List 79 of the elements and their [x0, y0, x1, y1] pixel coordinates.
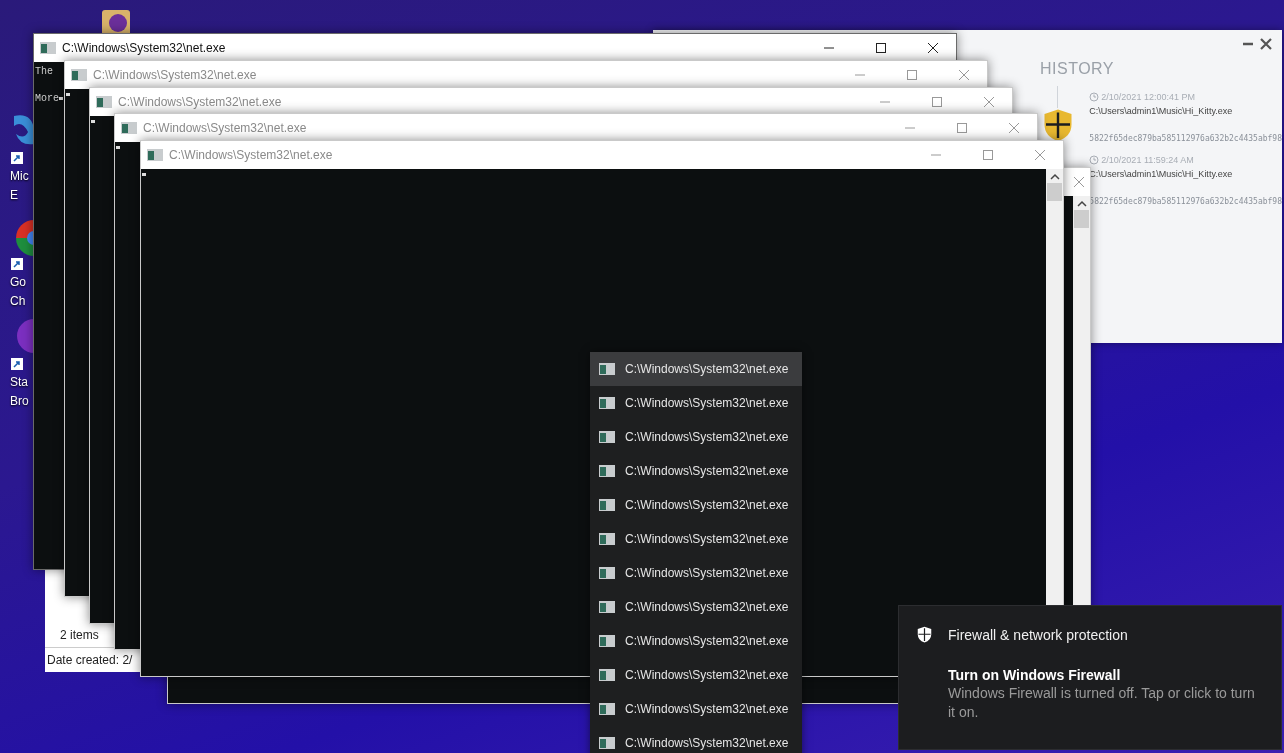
scrollbar-thumb[interactable] [1047, 183, 1062, 201]
clock-icon [1089, 155, 1100, 165]
desktop-icon-label: Mic [10, 168, 29, 185]
jump-list-item[interactable]: C:\Windows\System32\net.exe [590, 352, 802, 386]
toast-body: Windows Firewall is turned off. Tap or click to turn it on. [948, 684, 1256, 723]
console-app-icon [71, 69, 87, 81]
console-app-icon [599, 567, 615, 579]
desktop-icon-label: Ch [10, 293, 26, 310]
close-icon [959, 70, 969, 80]
console-app-icon [599, 601, 615, 613]
window-title: C:\Windows\System32\net.exe [169, 148, 334, 162]
history-file-hash: 5822f65dec879ba585112976a632b2c4435abf98 [1089, 134, 1282, 143]
jump-list-item[interactable]: C:\Windows\System32\net.exe [590, 454, 802, 488]
history-title: HISTORY [1040, 60, 1115, 78]
desktop-icon-label: Bro [10, 393, 29, 410]
maximize-icon [876, 43, 886, 53]
console-app-icon [147, 149, 163, 161]
text-cursor [142, 173, 146, 176]
scrollbar-thumb[interactable] [1074, 210, 1089, 228]
jump-list-item[interactable]: C:\Windows\System32\net.exe [590, 658, 802, 692]
desktop-icon-label: E [10, 187, 18, 204]
jump-list-item[interactable]: C:\Windows\System32\net.exe [590, 590, 802, 624]
shield-icon [1042, 108, 1073, 143]
app-icon[interactable] [102, 10, 130, 36]
close-icon [1035, 150, 1045, 160]
console-app-icon [599, 635, 615, 647]
console-app-icon [121, 122, 137, 134]
history-file-path: C:\Users\admin1\Music\Hi_Kitty.exe [1089, 106, 1234, 116]
console-app-icon [599, 737, 615, 749]
desktop-icon-label: Sta [10, 374, 28, 391]
history-timestamp: 2/10/2021 12:00:41 PM [1101, 92, 1195, 102]
console-app-icon [599, 465, 615, 477]
jump-list-item[interactable]: C:\Windows\System32\net.exe [590, 522, 802, 556]
text-cursor [116, 146, 120, 149]
window-title: C:\Windows\System32\net.exe [93, 68, 258, 82]
browser-app-icon[interactable] [10, 318, 34, 372]
console-app-icon [599, 431, 615, 443]
close-icon [1009, 123, 1019, 133]
console-app-icon [599, 397, 615, 409]
window-title: C:\Windows\System32\net.exe [62, 41, 227, 55]
close-icon [1074, 177, 1084, 187]
console-app-icon [40, 42, 56, 54]
notification-toast[interactable]: Firewall & network protection Turn on Windows Firewall Windows Firewall is turned off. Tap or click to turn it on. [898, 605, 1282, 750]
close-icon[interactable] [1260, 38, 1272, 50]
desktop-icon-label: Go [10, 274, 26, 291]
text-cursor [91, 120, 95, 123]
maximize-icon [907, 70, 917, 80]
maximize-icon [957, 123, 967, 133]
window-title: C:\Windows\System32\net.exe [118, 95, 283, 109]
maximize-icon [932, 97, 942, 107]
maximize-icon [983, 150, 993, 160]
jump-list-item[interactable]: C:\Windows\System32\net.exe [590, 420, 802, 454]
console-text: More [35, 93, 59, 104]
window-title: C:\Windows\System32\net.exe [143, 121, 308, 135]
history-timestamp: 2/10/2021 11:59:24 AM [1101, 155, 1194, 165]
console-app-icon [96, 96, 112, 108]
jump-list-item[interactable]: C:\Windows\System32\net.exe [590, 556, 802, 590]
toast-title: Turn on Windows Firewall [948, 667, 1122, 684]
jump-list-item[interactable]: C:\Windows\System32\net.exe [590, 624, 802, 658]
scroll-up-icon[interactable] [1049, 173, 1060, 181]
history-file-path: C:\Users\admin1\Music\Hi_Kitty.exe [1089, 169, 1234, 179]
console-app-icon [599, 363, 615, 375]
close-icon [928, 43, 938, 53]
status-item-count: 2 items [59, 627, 100, 644]
jump-list-item[interactable]: C:\Windows\System32\net.exe [590, 726, 802, 753]
close-icon [984, 97, 994, 107]
toast-header: Firewall & network protection [948, 626, 1128, 643]
history-file-hash: 5822f65dec879ba585112976a632b2c4435abf98 [1089, 197, 1282, 206]
shield-icon [917, 626, 932, 644]
console-text: The [35, 66, 53, 77]
console-app-icon [599, 669, 615, 681]
scroll-up-icon[interactable] [1076, 200, 1087, 208]
console-app-icon [599, 499, 615, 511]
jump-list-item[interactable]: C:\Windows\System32\net.exe [590, 386, 802, 420]
console-app-icon [599, 703, 615, 715]
jump-list-item[interactable]: C:\Windows\System32\net.exe [590, 692, 802, 726]
console-app-icon [599, 533, 615, 545]
clock-icon [1089, 92, 1100, 102]
jump-list-item[interactable]: C:\Windows\System32\net.exe [590, 488, 802, 522]
